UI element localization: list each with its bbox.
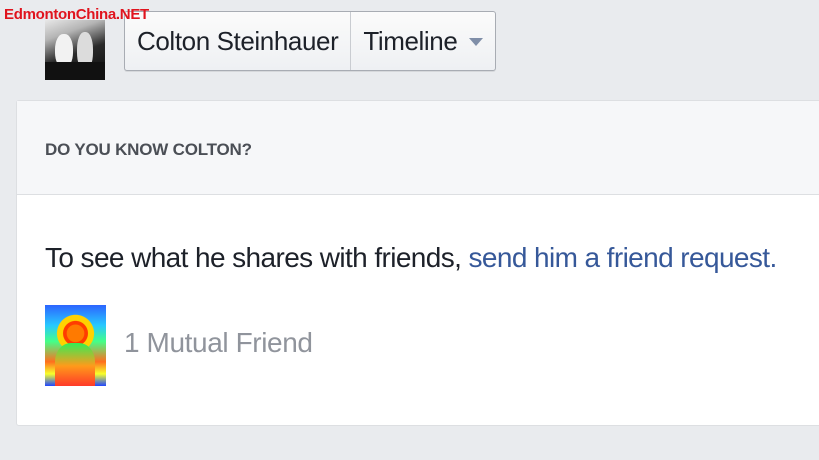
message-text: To see what he shares with friends,	[45, 242, 469, 273]
mutual-friends-link[interactable]: 1 Mutual Friend	[124, 327, 313, 359]
profile-picture-shadow	[45, 62, 105, 80]
timeline-label: Timeline	[363, 25, 458, 56]
watermark-text: EdmontonChina.NET	[4, 6, 149, 23]
chevron-down-icon	[469, 38, 484, 46]
friend-request-message: To see what he shares with friends, send…	[45, 242, 777, 274]
profile-name-label: Colton Steinhauer	[137, 25, 339, 56]
profile-picture[interactable]	[45, 20, 105, 80]
send-friend-request-link[interactable]: send him a friend request.	[469, 242, 778, 273]
timeline-button[interactable]: Timeline	[351, 12, 495, 70]
friend-suggestion-card: DO YOU KNOW COLTON? To see what he share…	[16, 100, 819, 426]
card-header: DO YOU KNOW COLTON?	[17, 101, 819, 195]
mutual-friend-avatar-figure	[55, 343, 95, 386]
profile-nav-buttons: Colton Steinhauer Timeline	[124, 11, 497, 71]
profile-name-button[interactable]: Colton Steinhauer	[125, 12, 352, 70]
card-title: DO YOU KNOW COLTON?	[45, 140, 252, 159]
mutual-friend-avatar[interactable]	[45, 305, 106, 386]
